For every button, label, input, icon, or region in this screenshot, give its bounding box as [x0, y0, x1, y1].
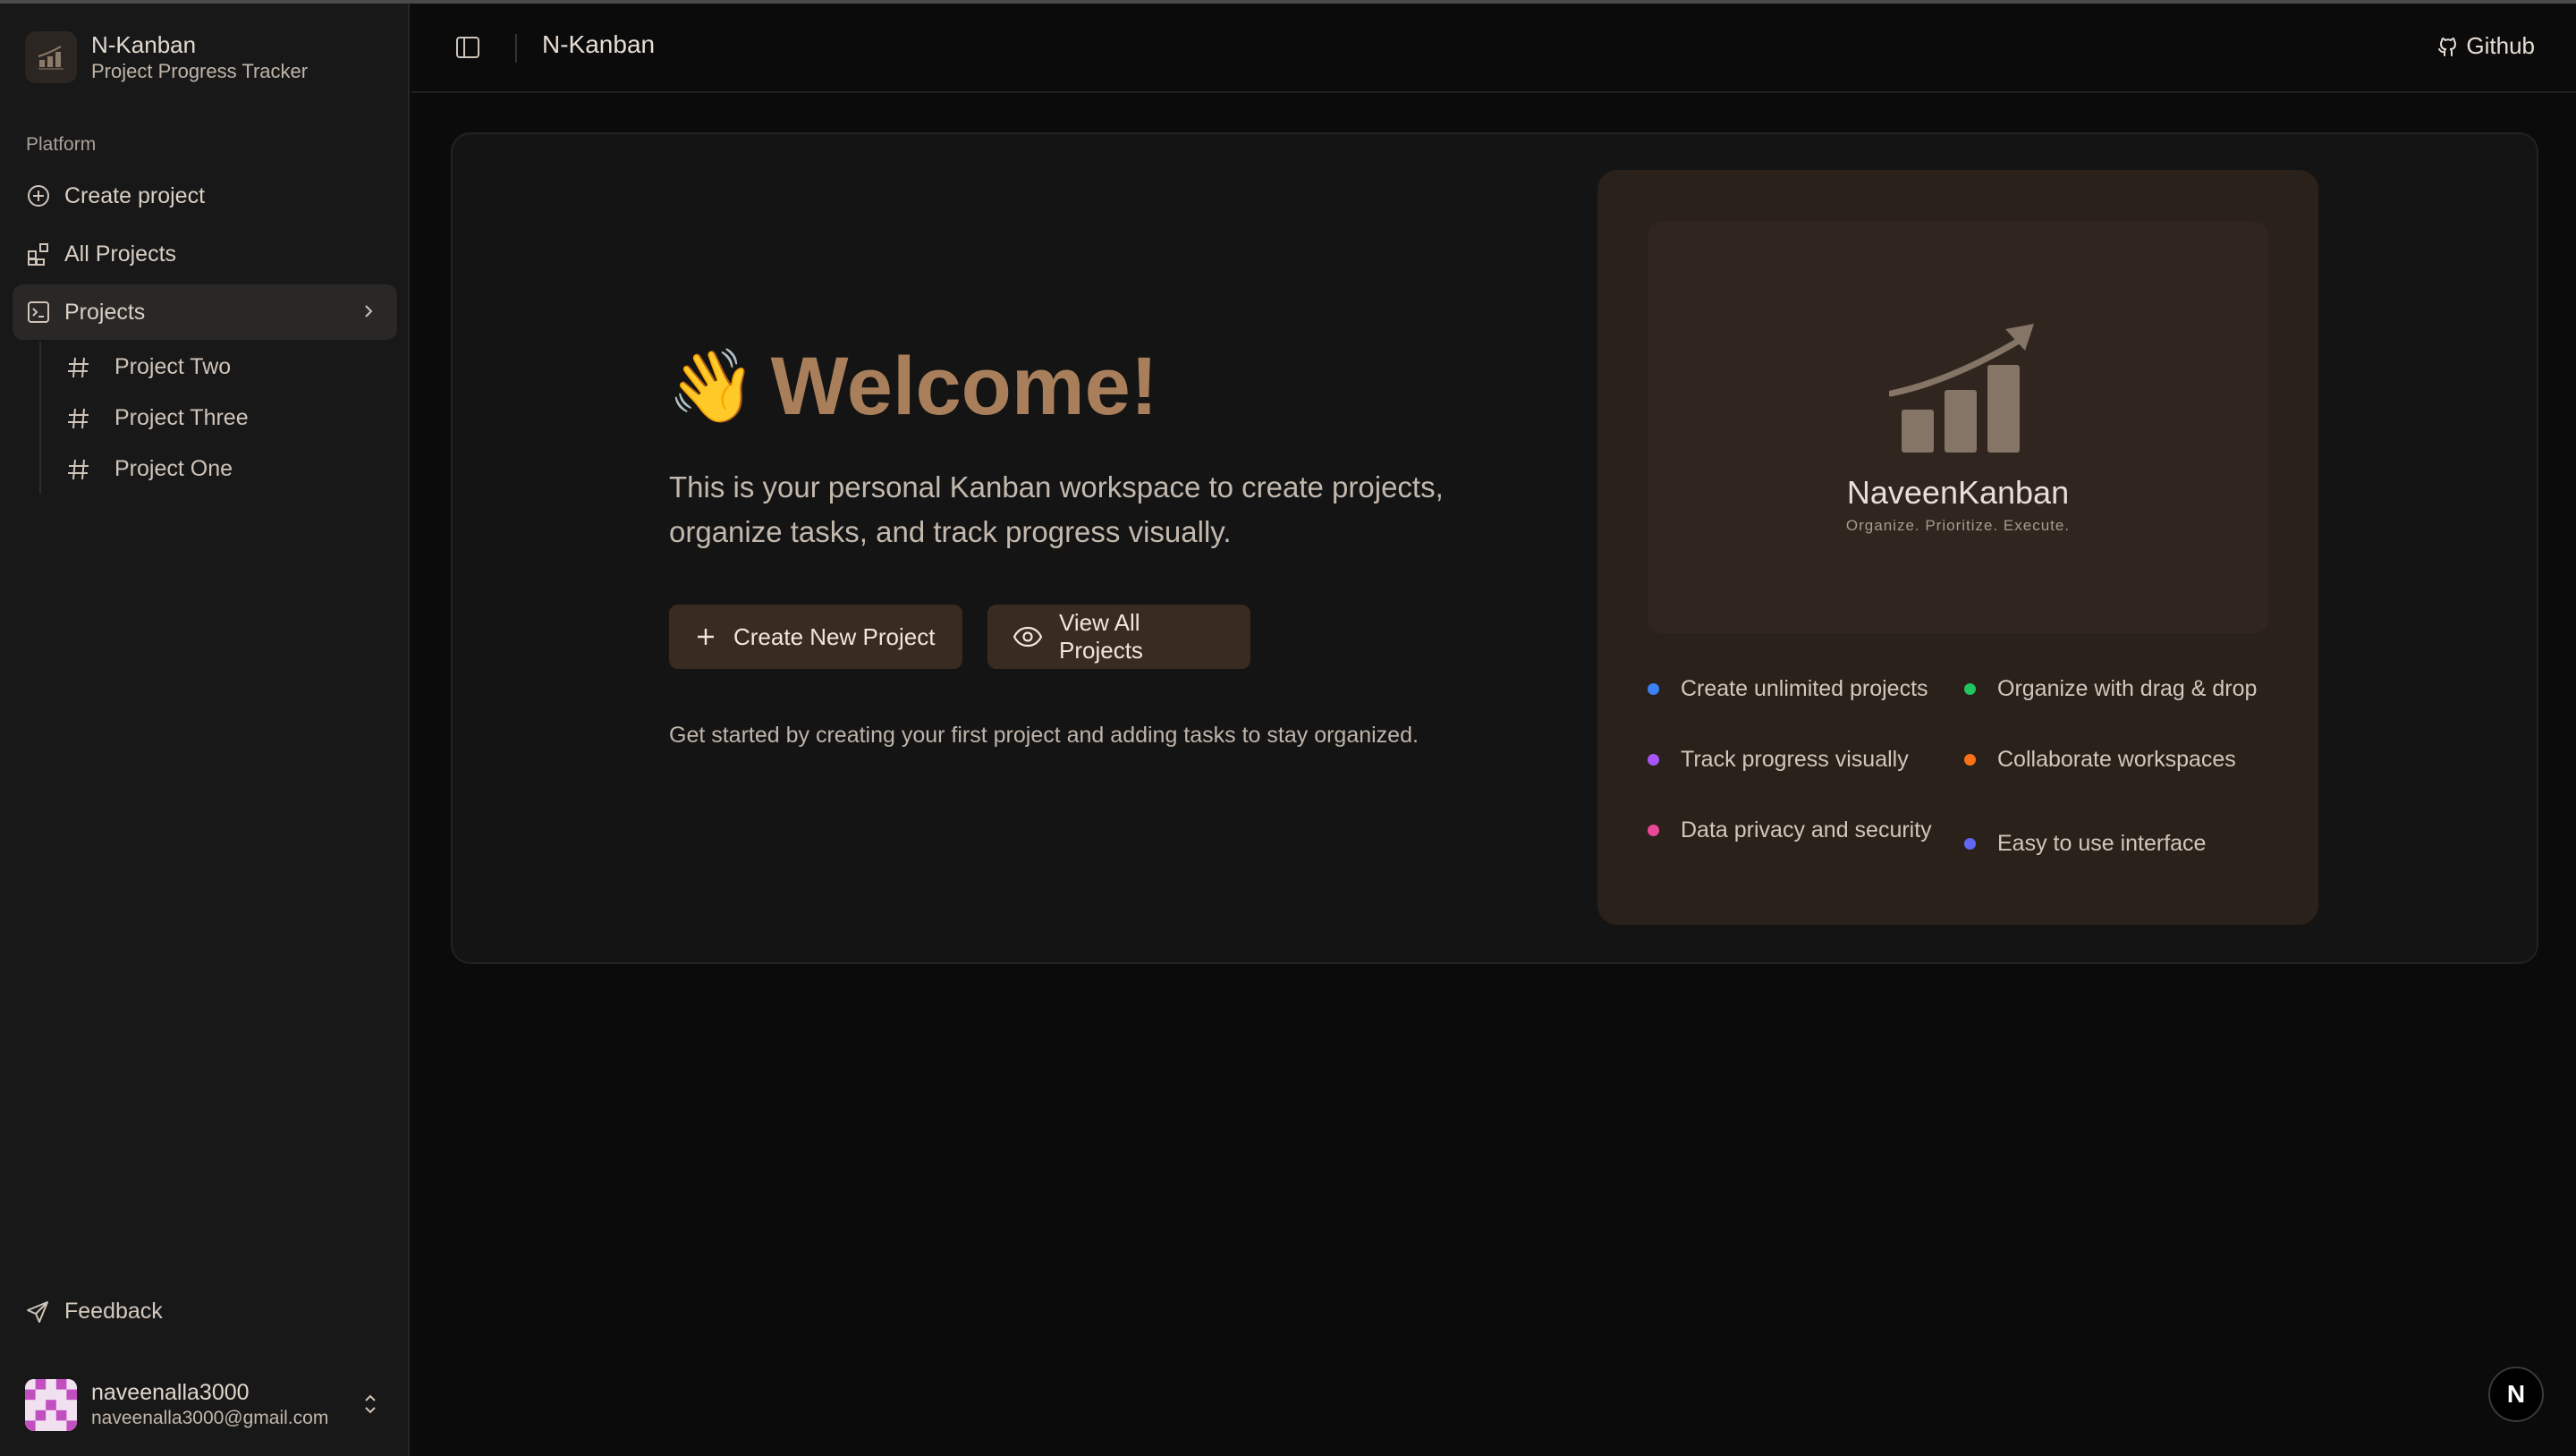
hash-icon	[64, 455, 93, 484]
view-all-projects-button[interactable]: View All Projects	[987, 605, 1250, 669]
github-label: Github	[2466, 32, 2535, 59]
sidebar-item-projects[interactable]: Projects	[13, 284, 397, 340]
create-new-project-button[interactable]: Create New Project	[669, 605, 962, 669]
welcome-title: Welcome!	[770, 341, 1158, 432]
bullet-dot-icon	[1648, 754, 1659, 766]
bar-chart-logo-icon	[1889, 324, 2034, 453]
feature-item: Track progress visually	[1648, 747, 1909, 773]
waving-hand-icon: 👋	[667, 346, 757, 426]
header-divider	[515, 34, 517, 63]
feature-label: Create unlimited projects	[1681, 676, 1928, 701]
nextjs-dev-badge[interactable]: N	[2488, 1367, 2544, 1422]
chevron-right-icon	[356, 299, 381, 330]
projects-submenu: Project Two Project Three Project One	[39, 342, 249, 494]
sidebar-subitem-project-one[interactable]: Project One	[41, 444, 249, 495]
feature-label: Data privacy and security	[1681, 817, 1932, 842]
feature-item: Data privacy and security	[1648, 817, 1932, 843]
bullet-dot-icon	[1964, 754, 1976, 766]
sidebar: N-Kanban Project Progress Tracker Platfo…	[0, 4, 410, 1456]
welcome-description: This is your personal Kanban workspace t…	[669, 470, 1444, 548]
send-icon	[25, 1299, 50, 1325]
eye-icon	[1013, 625, 1043, 648]
view-all-projects-label: View All Projects	[1059, 609, 1143, 664]
bullet-dot-icon	[1964, 838, 1976, 850]
sidebar-subitem-label: Project Three	[114, 405, 249, 430]
sidebar-item-label: Create project	[64, 182, 206, 208]
bullet-dot-icon	[1648, 825, 1659, 836]
sidebar-subitem-label: Project Two	[114, 354, 232, 379]
feature-item: Create unlimited projects	[1648, 676, 1928, 702]
brand-title: N-Kanban	[91, 31, 197, 58]
sidebar-item-all-projects[interactable]: All Projects	[13, 226, 397, 282]
bullet-dot-icon	[1648, 683, 1659, 695]
welcome-heading: 👋 Welcome!	[667, 342, 1157, 431]
header-title: N-Kanban	[542, 30, 656, 58]
sidebar-subitem-project-two[interactable]: Project Two	[41, 342, 249, 393]
feedback-label: Feedback	[64, 1299, 163, 1324]
feature-item: Collaborate workspaces	[1964, 747, 2236, 773]
feature-item: Organize with drag & drop	[1964, 676, 2257, 702]
feature-label: Collaborate workspaces	[1997, 747, 2236, 772]
hash-icon	[64, 404, 93, 433]
sidebar-subitem-label: Project One	[114, 456, 233, 481]
github-icon	[2436, 34, 2461, 59]
feature-label: Easy to use interface	[1997, 831, 2207, 856]
brand-logo-icon	[25, 31, 77, 83]
feature-label: Track progress visually	[1681, 747, 1909, 772]
feature-label: Organize with drag & drop	[1997, 676, 2258, 701]
sidebar-item-create-project[interactable]: Create project	[13, 168, 397, 224]
avatar	[25, 1379, 77, 1431]
user-email: naveenalla3000@gmail.com	[91, 1408, 329, 1428]
features-panel: NaveenKanban Organize. Prioritize. Execu…	[1597, 170, 2318, 925]
brand-subtitle: Project Progress Tracker	[91, 60, 309, 82]
chevrons-up-down-icon	[358, 1390, 383, 1423]
user-name: naveenalla3000	[91, 1380, 250, 1405]
feature-item: Easy to use interface	[1964, 831, 2206, 857]
logo-tagline: Organize. Prioritize. Execute.	[1845, 517, 2071, 534]
getting-started-hint: Get started by creating your first proje…	[669, 723, 1419, 748]
create-new-project-label: Create New Project	[733, 622, 936, 650]
naveenkanban-logo: NaveenKanban Organize. Prioritize. Execu…	[1648, 222, 2268, 633]
plus-circle-icon	[25, 182, 52, 209]
sidebar-subitem-project-three[interactable]: Project Three	[41, 393, 249, 444]
grid-icon	[25, 241, 52, 267]
sidebar-item-label: Projects	[64, 299, 146, 325]
plus-icon	[694, 625, 717, 648]
feedback-link[interactable]: Feedback	[25, 1299, 163, 1325]
sidebar-group-label: Platform	[26, 134, 97, 155]
user-menu[interactable]: naveenalla3000 naveenalla3000@gmail.com	[25, 1377, 392, 1433]
hash-icon	[64, 353, 93, 382]
sidebar-toggle-icon[interactable]	[453, 32, 483, 63]
brand[interactable]: N-Kanban Project Progress Tracker	[25, 30, 308, 84]
terminal-square-icon	[25, 299, 52, 326]
github-link[interactable]: Github	[2436, 32, 2535, 60]
top-header: N-Kanban Github	[411, 4, 2576, 93]
logo-name: NaveenKanban	[1846, 474, 2070, 511]
bullet-dot-icon	[1964, 683, 1976, 695]
sidebar-item-label: All Projects	[64, 241, 177, 267]
